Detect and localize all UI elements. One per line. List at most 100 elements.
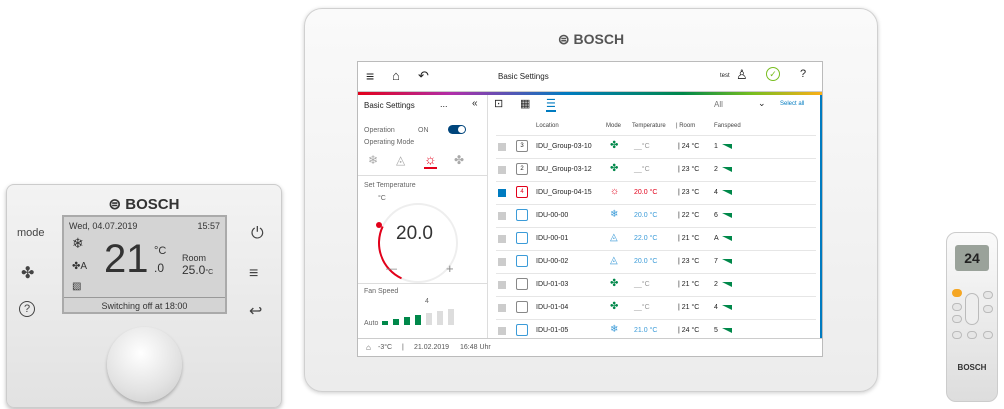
grid-view-icon[interactable]: ▦ bbox=[520, 97, 530, 110]
list-view-icon[interactable]: ☰ bbox=[546, 97, 556, 112]
remote-button[interactable] bbox=[983, 331, 993, 339]
row-checkbox[interactable] bbox=[498, 189, 506, 197]
remote-button[interactable] bbox=[983, 305, 993, 313]
table-row[interactable]: IDU-00-02 ◬ 20.0 °C | 23 °C 7 bbox=[496, 250, 816, 273]
col-fanspeed[interactable]: Fanspeed bbox=[714, 123, 741, 129]
unit-name: IDU-00-00 bbox=[536, 212, 569, 219]
fan-level-bar[interactable] bbox=[404, 317, 410, 325]
mode-button[interactable]: mode bbox=[17, 227, 45, 239]
fan-mode-icon: ✤ bbox=[610, 301, 619, 312]
fan-level-bar[interactable] bbox=[393, 319, 399, 325]
row-temperature: __°C bbox=[634, 304, 650, 311]
fan-level-bar[interactable] bbox=[437, 311, 443, 325]
dry-mode-icon[interactable]: ◬ bbox=[396, 153, 405, 167]
bosch-logo-icon: ⊜ bbox=[108, 196, 126, 213]
decrease-button[interactable]: — bbox=[386, 263, 397, 275]
col-room[interactable]: | Room bbox=[676, 123, 695, 129]
row-checkbox[interactable] bbox=[498, 235, 506, 243]
user-name: test bbox=[720, 73, 730, 79]
rotary-knob[interactable] bbox=[107, 327, 182, 402]
remote-button[interactable] bbox=[952, 315, 962, 323]
increase-button[interactable]: + bbox=[446, 261, 454, 276]
back-icon[interactable]: ↶ bbox=[418, 68, 429, 84]
operation-toggle[interactable] bbox=[448, 125, 466, 134]
row-checkbox[interactable] bbox=[498, 281, 506, 289]
cool-mode-icon: ❄ bbox=[610, 209, 619, 220]
unit-name: IDU-00-01 bbox=[536, 235, 569, 242]
collapse-icon[interactable]: « bbox=[472, 98, 478, 109]
chevron-down-icon[interactable]: ⌄ bbox=[758, 98, 766, 109]
fan-level-value: 4 bbox=[425, 298, 429, 305]
table-row[interactable]: IDU-00-01 ◬ 22.0 °C | 21 °C A bbox=[496, 227, 816, 250]
table-row[interactable]: IDU-01-03 ✤ __°C | 21 °C 2 bbox=[496, 273, 816, 296]
fan-mode-icon[interactable]: ✤ bbox=[454, 153, 464, 167]
row-checkbox[interactable] bbox=[498, 327, 506, 335]
remote-button[interactable] bbox=[983, 291, 993, 299]
fanspeed-icon bbox=[722, 144, 732, 149]
temp-decimal: .0 bbox=[154, 261, 165, 275]
remote-button[interactable] bbox=[952, 303, 962, 311]
fan-level-bar[interactable] bbox=[382, 321, 388, 325]
row-fanspeed: 4 bbox=[714, 304, 718, 311]
power-icon[interactable]: ⏻ bbox=[251, 225, 264, 243]
fan-auto-label[interactable]: Auto bbox=[364, 320, 378, 327]
table-row[interactable]: 4 IDU_Group-04-15 ☼ 20.0 °C | 23 °C 4 bbox=[496, 181, 816, 204]
row-temperature: 22.0 °C bbox=[634, 235, 658, 242]
bosch-logo-icon: ⊜ bbox=[557, 31, 574, 47]
operating-mode-label: Operating Mode bbox=[364, 139, 415, 146]
footer-date: 21.02.2019 bbox=[414, 344, 450, 351]
col-mode[interactable]: Mode bbox=[606, 123, 621, 129]
row-room-temp: | 24 °C bbox=[678, 327, 700, 334]
fan-mode-icon: ✤ bbox=[610, 140, 619, 151]
row-checkbox[interactable] bbox=[498, 212, 506, 220]
row-checkbox[interactable] bbox=[498, 258, 506, 266]
row-checkbox[interactable] bbox=[498, 304, 506, 312]
user-icon[interactable]: ♙ bbox=[736, 67, 748, 83]
unit-name: IDU-01-03 bbox=[536, 281, 569, 288]
table-row[interactable]: 3 IDU_Group-03-10 ✤ __°C | 24 °C 1 bbox=[496, 135, 816, 158]
confirm-icon[interactable]: ✓ bbox=[766, 67, 780, 81]
remote-button[interactable] bbox=[967, 331, 977, 339]
remote-power-button[interactable] bbox=[952, 289, 962, 297]
tablet-brand: ⊜ BOSCH bbox=[557, 31, 625, 47]
menu-icon[interactable]: ≡ bbox=[366, 68, 374, 84]
table-row[interactable]: 2 IDU_Group-03-12 ✤ __°C | 23 °C 2 bbox=[496, 158, 816, 181]
dry-mode-icon: ◬ bbox=[610, 232, 618, 243]
row-checkbox[interactable] bbox=[498, 143, 506, 151]
table-row[interactable]: IDU-00-00 ❄ 20.0 °C | 22 °C 6 bbox=[496, 204, 816, 227]
filter-select[interactable]: All bbox=[714, 100, 723, 109]
row-checkbox[interactable] bbox=[498, 166, 506, 174]
cool-mode-icon[interactable]: ❄ bbox=[368, 153, 378, 167]
help-icon[interactable]: ? bbox=[19, 301, 35, 317]
scrollbar[interactable] bbox=[820, 95, 822, 338]
row-temperature: 20.0 °C bbox=[634, 212, 658, 219]
fan-level-bar[interactable] bbox=[426, 313, 432, 325]
help-icon[interactable]: ? bbox=[800, 68, 806, 80]
row-fanspeed: 7 bbox=[714, 258, 718, 265]
unit-name: IDU_Group-04-15 bbox=[536, 189, 592, 196]
zones-view-icon[interactable]: ⊡ bbox=[494, 97, 503, 110]
unit-icon bbox=[516, 255, 528, 267]
col-temperature[interactable]: Temperature bbox=[632, 123, 666, 129]
fan-icon[interactable]: ✤ bbox=[21, 263, 34, 283]
select-all-link[interactable]: Select all bbox=[780, 101, 804, 107]
remote-temp-rocker[interactable] bbox=[965, 293, 979, 325]
heat-mode-icon[interactable]: ☼ bbox=[424, 151, 437, 169]
fan-speed-label: Fan Speed bbox=[364, 288, 399, 295]
heat-mode-icon: ☼ bbox=[610, 186, 620, 197]
unit-icon bbox=[516, 301, 528, 313]
unit-name: IDU-01-04 bbox=[536, 304, 569, 311]
home-icon[interactable]: ⌂ bbox=[392, 68, 400, 83]
back-icon[interactable]: ↩ bbox=[249, 301, 262, 321]
dial-handle[interactable] bbox=[376, 222, 382, 228]
row-fanspeed: 4 bbox=[714, 189, 718, 196]
table-row[interactable]: IDU-01-04 ✤ __°C | 21 °C 4 bbox=[496, 296, 816, 319]
more-icon[interactable]: ... bbox=[440, 99, 448, 109]
col-location[interactable]: Location bbox=[536, 123, 559, 129]
remote-button[interactable] bbox=[952, 331, 962, 339]
menu-icon[interactable]: ≡ bbox=[249, 265, 258, 283]
fan-level-bar[interactable] bbox=[415, 315, 421, 325]
fanspeed-icon bbox=[722, 236, 732, 241]
fan-level-bar[interactable] bbox=[448, 309, 454, 325]
set-temp: 21 bbox=[104, 237, 149, 281]
